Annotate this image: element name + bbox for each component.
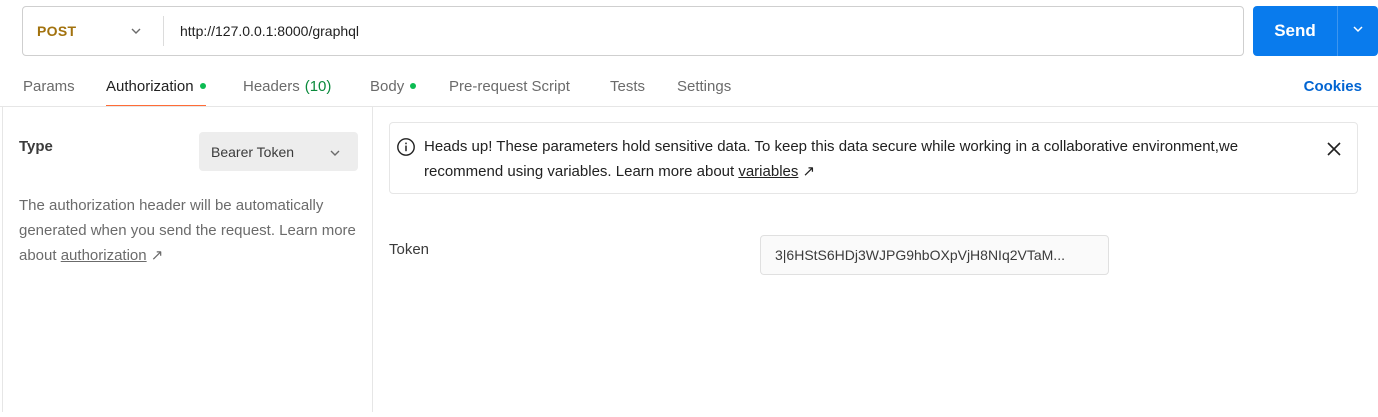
variables-link[interactable]: variables: [738, 163, 798, 180]
tab-label: Params: [23, 77, 75, 95]
auth-type-value: Bearer Token: [211, 143, 295, 160]
external-link-icon: ↗: [802, 163, 816, 180]
send-button-group: Send: [1253, 6, 1378, 56]
send-options-button[interactable]: [1338, 6, 1378, 56]
type-label: Type: [19, 138, 53, 155]
chevron-down-icon: [1351, 22, 1365, 41]
method-label: POST: [37, 23, 77, 39]
auth-help-text: The authorization header will be automat…: [19, 193, 359, 268]
status-dot: [410, 83, 417, 89]
tab-pre-request-script[interactable]: Pre-request Script: [449, 66, 570, 106]
request-tabs: Params Authorization Headers (10) Body P…: [0, 66, 1378, 107]
tab-label: Tests: [610, 77, 646, 95]
banner-message: Heads up! These parameters hold sensitiv…: [424, 138, 1239, 180]
tab-label: Body: [370, 77, 405, 95]
external-link-icon: ↗: [150, 247, 164, 264]
token-value: 3|6HStS6HDj3WJPG9hbOXpVjH8NIq2VTaM...: [775, 247, 1065, 263]
auth-type-select[interactable]: Bearer Token: [199, 132, 358, 171]
auth-type-panel: Type Bearer Token The authorization head…: [2, 107, 372, 412]
tab-body[interactable]: Body: [370, 66, 417, 106]
chevron-down-icon: [328, 146, 342, 163]
tab-settings[interactable]: Settings: [677, 66, 731, 106]
tab-params[interactable]: Params: [23, 66, 75, 106]
divider: [372, 107, 373, 412]
method-select[interactable]: POST: [23, 7, 163, 55]
headers-count: (10): [304, 77, 332, 95]
send-button[interactable]: Send: [1253, 6, 1337, 56]
request-editor: POST Send Params Authorization Headers (…: [0, 0, 1378, 417]
token-input[interactable]: 3|6HStS6HDj3WJPG9hbOXpVjH8NIq2VTaM...: [760, 235, 1109, 275]
close-icon[interactable]: [1325, 140, 1343, 163]
authorization-link[interactable]: authorization: [61, 247, 147, 264]
tab-authorization[interactable]: Authorization: [106, 66, 206, 107]
tab-tests[interactable]: Tests: [610, 66, 645, 106]
tab-label: Authorization: [106, 77, 194, 95]
banner-text: Heads up! These parameters hold sensitiv…: [424, 134, 1314, 184]
tab-headers[interactable]: Headers (10): [243, 66, 331, 106]
status-dot: [199, 83, 206, 89]
tab-label: Pre-request Script: [449, 77, 570, 95]
url-bar: POST: [22, 6, 1244, 56]
sensitive-data-banner: Heads up! These parameters hold sensitiv…: [389, 122, 1358, 194]
chevron-down-icon: [129, 24, 143, 41]
token-label: Token: [389, 241, 430, 258]
url-input[interactable]: [164, 7, 1243, 55]
tab-label: Settings: [677, 77, 732, 95]
tab-label: Headers: [243, 77, 300, 95]
info-icon: [396, 137, 416, 162]
cookies-link[interactable]: Cookies: [1304, 66, 1362, 106]
